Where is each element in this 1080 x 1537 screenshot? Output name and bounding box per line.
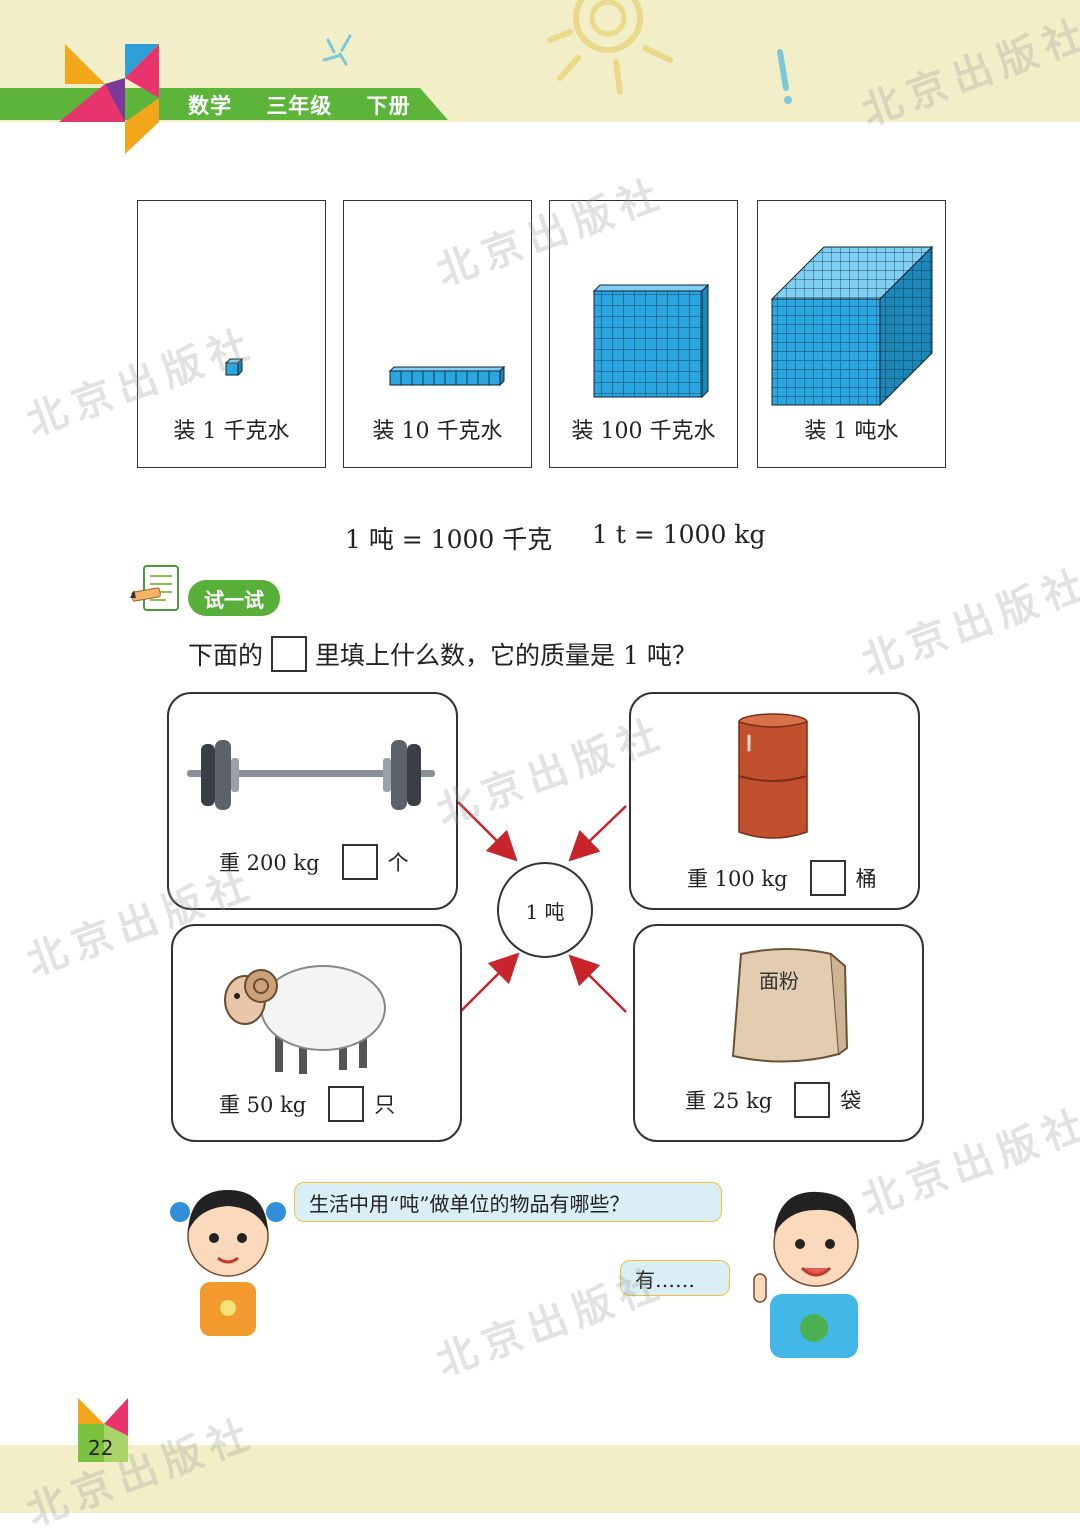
sheep-icon (224, 965, 386, 1074)
header-subject: 数学 (188, 94, 232, 118)
question-text: 下面的 里填上什么数，它的质量是 1 吨？ (188, 636, 697, 672)
flour-sack-icon: 面粉 (731, 948, 849, 1063)
question-after: 里填上什么数，它的质量是 1 吨？ (315, 641, 697, 670)
arrow-sheep (459, 952, 520, 1013)
watermark: 北京出版社 (855, 560, 1080, 686)
arrow-flour (568, 954, 627, 1013)
page-number: 22 (88, 1436, 114, 1460)
sheep-caption: 重 50 kg 只 (219, 1086, 395, 1122)
panel-caption: 装 100 千克水 (571, 419, 716, 444)
barrel-unit: 桶 (855, 867, 877, 891)
barrel-icon (738, 713, 808, 839)
barrel-card: 重 100 kg 桶 (629, 692, 920, 910)
barbell-icon (187, 740, 435, 810)
bottom-band (0, 1445, 1080, 1513)
barbell-card: 重 200 kg 个 (167, 692, 458, 910)
barbell-caption: 重 200 kg 个 (219, 844, 409, 880)
header-title: 数学 三年级 下册 (188, 90, 437, 120)
question-blank-box (271, 636, 308, 672)
equation-symbol: 1 t = 1000 kg (592, 520, 766, 549)
panel-1kg: 装 1 千克水 (137, 200, 326, 468)
sheep-weight: 重 50 kg (219, 1093, 307, 1117)
small-cube-icon (224, 357, 244, 377)
barrel-answer-box[interactable] (809, 860, 846, 896)
header-grade: 三年级 (266, 94, 333, 118)
barbell-answer-box[interactable] (341, 844, 378, 880)
girl-speech-bubble: 生活中用“吨”做单位的物品有哪些？ (294, 1182, 722, 1222)
try-it-badge: 试一试 (188, 580, 280, 616)
flour-unit: 袋 (840, 1089, 862, 1113)
exclamation-doodle-icon (777, 49, 792, 104)
header-volume: 下册 (366, 94, 411, 118)
sparkle-icon (322, 34, 352, 66)
panel-10kg: 装 10 千克水 (343, 200, 532, 468)
arrow-barrel (568, 805, 627, 862)
flour-card: 面粉 重 25 kg 袋 (633, 924, 924, 1142)
flour-answer-box[interactable] (794, 1082, 831, 1118)
boy-speech-bubble: 有…… (620, 1260, 730, 1296)
tangram-logo-icon (59, 44, 159, 154)
girl-avatar (170, 1190, 286, 1336)
panel-100kg: 装 100 千克水 (549, 200, 738, 468)
notepad-pencil-icon (130, 565, 179, 611)
boy-avatar (753, 1191, 859, 1358)
flour-weight: 重 25 kg (685, 1089, 773, 1113)
barbell-unit: 个 (387, 851, 409, 875)
sheep-card: 重 50 kg 只 (171, 924, 462, 1142)
question-before: 下面的 (188, 641, 264, 670)
panel-caption: 装 1 千克水 (173, 419, 290, 444)
sun-doodle-icon (547, 0, 673, 95)
sheep-unit: 只 (374, 1093, 396, 1117)
arrow-barbell (457, 801, 518, 862)
equation-chinese: 1 吨 = 1000 千克 (345, 525, 553, 554)
panel-1ton: 装 1 吨水 (757, 200, 946, 468)
sheep-answer-box[interactable] (328, 1086, 365, 1122)
flat-of-cubes-icon (592, 283, 710, 399)
panel-caption: 装 1 吨水 (804, 419, 899, 444)
panel-caption: 装 10 千克水 (372, 419, 503, 444)
barbell-weight: 重 200 kg (219, 851, 320, 875)
barrel-weight: 重 100 kg (687, 867, 788, 891)
big-cube-icon (770, 245, 934, 407)
one-ton-circle: 1 吨 (497, 862, 593, 958)
flour-caption: 重 25 kg 袋 (685, 1082, 861, 1118)
flour-bag-label: 面粉 (759, 969, 799, 993)
rod-of-cubes-icon (388, 365, 506, 387)
barrel-caption: 重 100 kg 桶 (687, 860, 877, 896)
